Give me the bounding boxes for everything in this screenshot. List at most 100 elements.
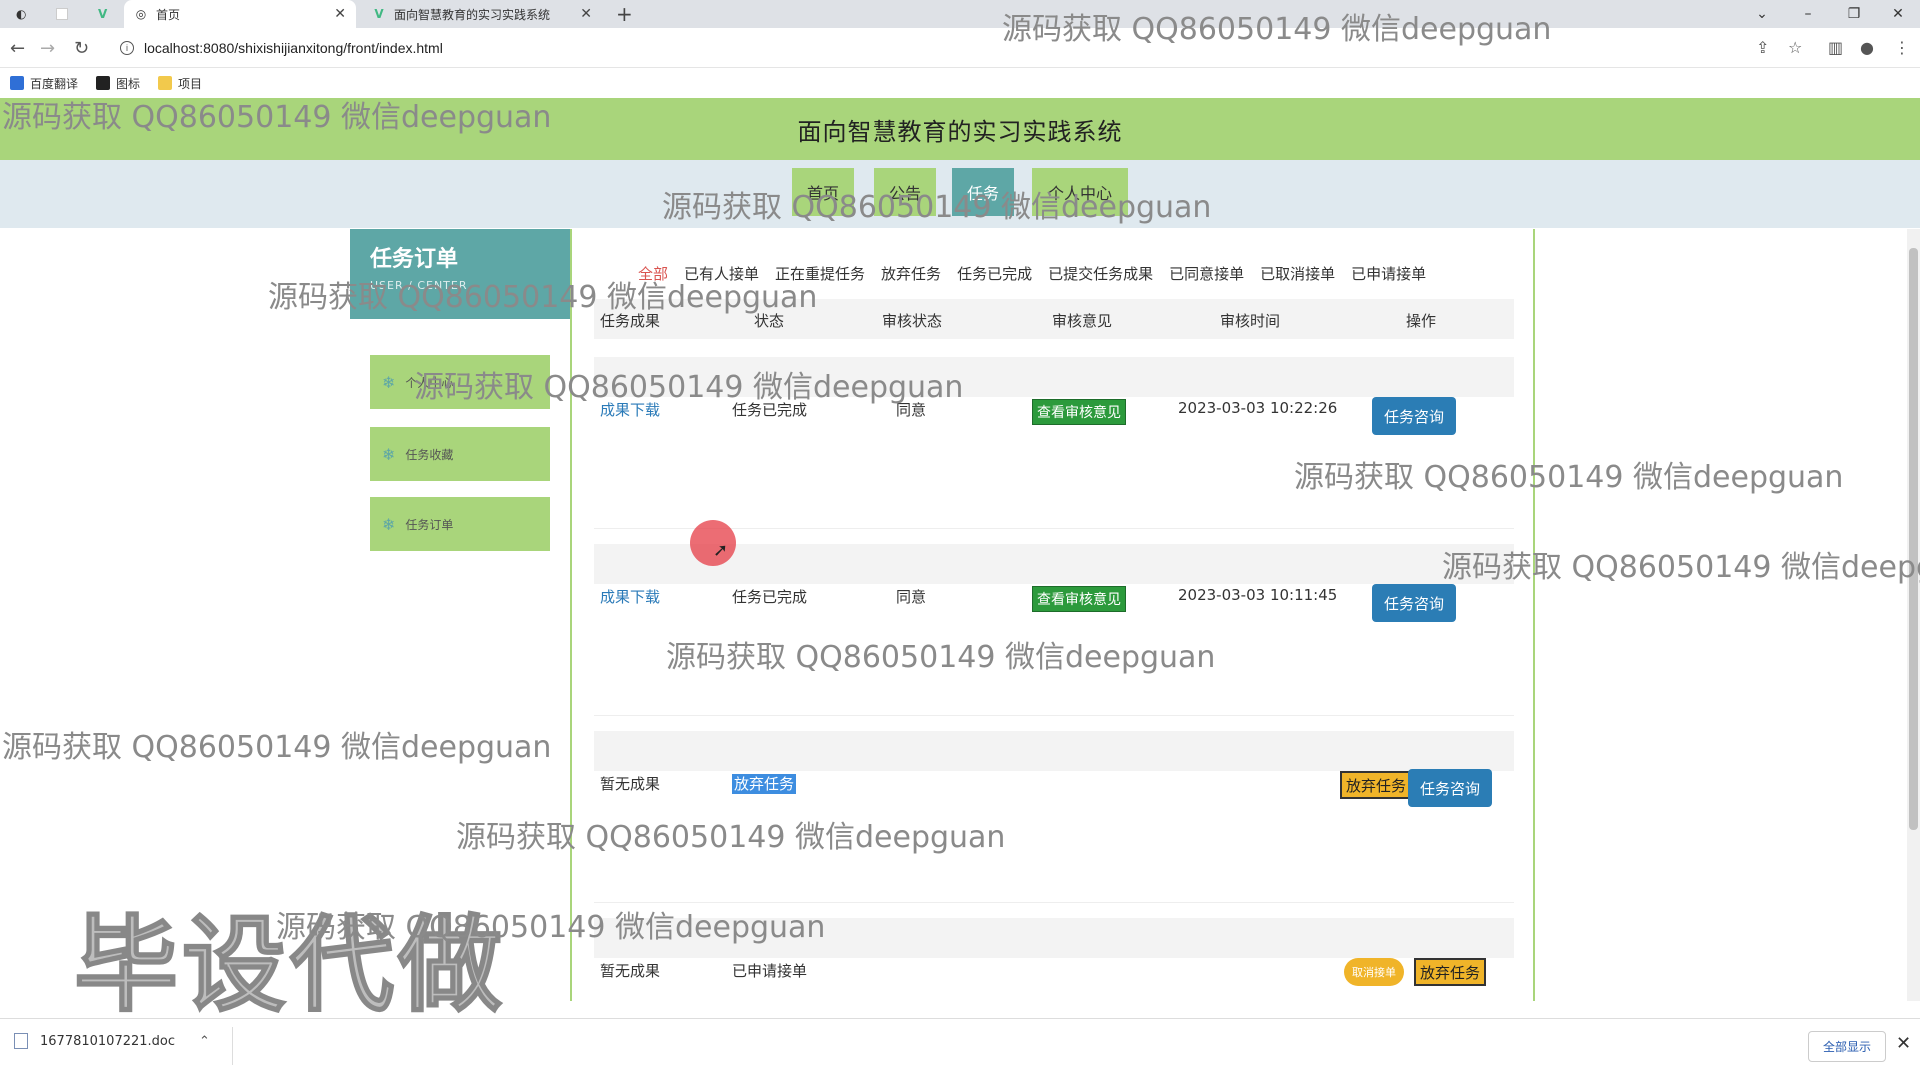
site-title: 面向智慧教育的实习实践系统 [797, 117, 1123, 146]
watermark-text: 源码获取 QQ86050149 微信deepg [1442, 550, 1920, 585]
cancel-order-button[interactable]: 取消接单 [1344, 958, 1404, 986]
filter-given-up[interactable]: 放弃任务 [881, 263, 941, 284]
watermark-text: 源码获取 QQ86050149 微信deepguan [662, 190, 1212, 225]
snowflake-icon: ❄ [382, 372, 396, 392]
tab-home[interactable]: ◎ 首页 ✕ [124, 0, 356, 28]
no-result-text: 暂无成果 [600, 775, 661, 793]
watermark-text: 源码获取 QQ86050149 微信deepguan [1002, 12, 1552, 47]
sidebar-item-orders[interactable]: ❄ 任务订单 [370, 497, 550, 551]
consult-button[interactable]: 任务咨询 [1372, 584, 1456, 622]
give-up-button[interactable]: 放弃任务 [1414, 958, 1487, 986]
watermark-text: 源码获取 QQ86050149 微信deepguan [414, 370, 964, 405]
status-text: 任务已完成 [732, 588, 808, 606]
back-icon[interactable]: ← [10, 38, 25, 59]
show-all-button[interactable]: 全部显示 [1808, 1031, 1887, 1062]
column-header: 审核状态 [882, 312, 943, 330]
consult-button[interactable]: 任务咨询 [1372, 397, 1456, 435]
filter-submitted[interactable]: 已提交任务成果 [1048, 263, 1153, 284]
filter-approved[interactable]: 已同意接单 [1169, 263, 1244, 284]
watermark-text: 源码获取 QQ86050149 微信deepguan [1294, 460, 1844, 495]
url-text: localhost:8080/shixishijianxitong/front/… [144, 40, 443, 56]
reload-icon[interactable]: ↻ [74, 38, 89, 59]
tab-system[interactable]: V 面向智慧教育的实习实践系统 ✕ [362, 0, 602, 28]
view-opinion-button[interactable]: 查看审核意见 [1032, 399, 1126, 425]
address-bar: ← → ↻ i localhost:8080/shixishijianxiton… [0, 28, 1920, 68]
watermark-text: 源码获取 QQ86050149 微信deepguan [268, 280, 818, 315]
tab-label: 首页 [156, 7, 181, 22]
column-header: 审核意见 [1052, 312, 1113, 330]
result-download-link[interactable]: 成果下载 [600, 586, 660, 607]
info-icon[interactable]: i [120, 41, 134, 55]
bookmark-label: 百度翻译 [30, 76, 79, 91]
document-icon [14, 1033, 28, 1049]
vue-icon: V [98, 7, 108, 21]
close-icon[interactable]: ✕ [1896, 1033, 1911, 1054]
new-tab-icon[interactable]: + [616, 2, 633, 26]
sidebar-title: 任务订单 [370, 247, 459, 272]
download-bar: 1677810107221.doc ⌃ 全部显示 ✕ [0, 1018, 1920, 1072]
restore-icon[interactable]: ❐ [1832, 0, 1876, 28]
forward-icon[interactable]: → [40, 38, 55, 59]
table-row: 成果下载 任务已完成 同意 查看审核意见 2023-03-03 10:11:45… [594, 544, 1514, 716]
tab-pinned-1[interactable]: ◐ [6, 0, 40, 28]
folder-icon [158, 76, 173, 90]
sidebar-item-favorites[interactable]: ❄ 任务收藏 [370, 427, 550, 481]
view-opinion-button[interactable]: 查看审核意见 [1032, 586, 1126, 612]
chevron-down-icon[interactable]: ⌄ [1740, 0, 1784, 28]
divider [232, 1027, 233, 1065]
filter-cancelled[interactable]: 已取消接单 [1260, 263, 1335, 284]
chevron-up-icon[interactable]: ⌃ [199, 1034, 210, 1049]
no-result-text: 暂无成果 [600, 962, 661, 980]
watermark-text: 源码获取 QQ86050149 微信deepguan [2, 730, 552, 765]
tab-label: 面向智慧教育的实习实践系统 [394, 7, 551, 22]
snowflake-icon: ❄ [382, 444, 396, 464]
column-header: 操作 [1406, 312, 1437, 330]
scrollbar-thumb[interactable] [1909, 248, 1918, 830]
watermark-text: 源码获取 QQ86050149 微信deepguan [276, 910, 826, 945]
profile-icon[interactable]: ● [1860, 38, 1874, 57]
column-header: 审核时间 [1220, 312, 1281, 330]
status-text: 已申请接单 [732, 962, 808, 980]
row-separator [594, 528, 1514, 529]
filter-applied[interactable]: 已申请接单 [1351, 263, 1426, 284]
consult-button[interactable]: 任务咨询 [1408, 769, 1492, 807]
snowflake-icon: ❄ [382, 514, 396, 534]
bookmark-label: 项目 [178, 76, 203, 91]
sidebar-item-label: 任务收藏 [405, 447, 454, 462]
review-time: 2023-03-03 10:22:26 [1178, 399, 1338, 417]
filter-completed[interactable]: 任务已完成 [957, 263, 1032, 284]
row-separator [594, 715, 1514, 716]
tab-pinned-3[interactable]: V [88, 0, 122, 28]
translate-icon [10, 76, 24, 90]
bookmark-baidu-translate[interactable]: 百度翻译 [10, 75, 78, 92]
give-up-button[interactable]: 放弃任务 [1340, 771, 1413, 799]
tab-pinned-2[interactable] [46, 0, 86, 28]
bookmark-label: 图标 [116, 76, 141, 91]
status-text: 放弃任务 [732, 773, 797, 794]
close-icon[interactable]: ✕ [580, 6, 592, 22]
bookmark-project[interactable]: 项目 [158, 75, 202, 92]
star-icon[interactable]: ☆ [1788, 38, 1802, 57]
mouse-pointer-icon: ➚ [713, 540, 729, 561]
bookmark-icons[interactable]: 图标 [96, 75, 140, 92]
status-highlight: 放弃任务 [732, 774, 797, 794]
review-time: 2023-03-03 10:11:45 [1178, 586, 1338, 604]
sidebar-item-label: 任务订单 [405, 517, 454, 532]
vue-icon: V [374, 7, 384, 21]
review-status: 同意 [896, 588, 927, 606]
watermark-text: 源码获取 QQ86050149 微信deepguan [666, 640, 1216, 675]
close-icon[interactable]: ✕ [334, 6, 346, 22]
minimize-icon[interactable]: – [1786, 0, 1830, 28]
share-icon[interactable]: ⇪ [1756, 38, 1769, 57]
menu-icon[interactable]: ⋮ [1894, 38, 1910, 57]
sidepanel-icon[interactable]: ▥ [1828, 38, 1843, 57]
download-filename: 1677810107221.doc [40, 1033, 176, 1049]
browser-tab-bar: ◐ V ◎ 首页 ✕ V 面向智慧教育的实习实践系统 ✕ + ⌄ – ❐ ✕ [0, 0, 1920, 28]
window-close-icon[interactable]: ✕ [1876, 0, 1920, 28]
globe-icon: ◐ [16, 7, 27, 21]
watermark-text: 源码获取 QQ86050149 微信deepguan [456, 820, 1006, 855]
blank-page-icon [56, 8, 68, 20]
folder-dark-icon [96, 76, 111, 90]
download-item[interactable]: 1677810107221.doc ⌃ [14, 1033, 210, 1049]
watermark-text: 源码获取 QQ86050149 微信deepguan [2, 100, 552, 135]
